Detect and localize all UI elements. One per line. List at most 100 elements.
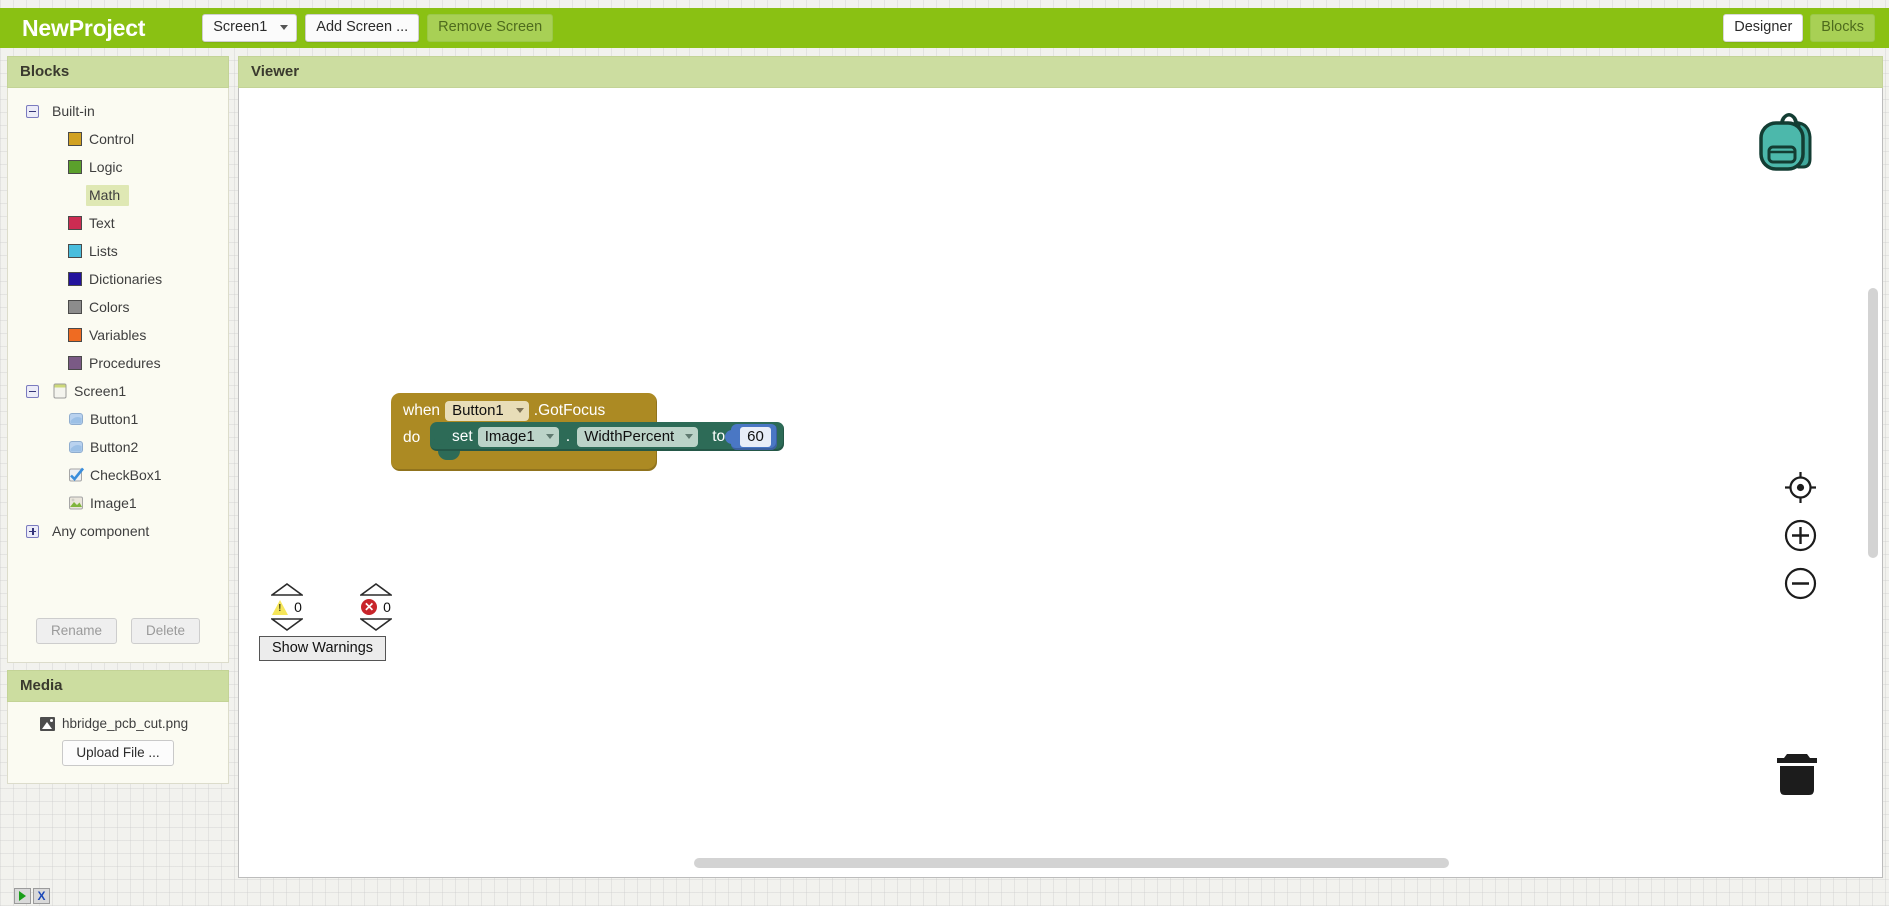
category-color-swatch <box>68 132 82 146</box>
tree-item-label: Text <box>89 215 115 231</box>
add-screen-button[interactable]: Add Screen ... <box>305 14 420 42</box>
warning-indicator-area: 0 ✕ 0 <box>259 583 397 661</box>
backpack-icon[interactable] <box>1753 107 1825 180</box>
vertical-scrollbar[interactable] <box>1868 288 1878 558</box>
status-bar-chips: X <box>14 888 50 904</box>
block-stack[interactable]: when Button1 .GotFocus do set Image1 . W… <box>391 393 784 471</box>
tree-item-label: Logic <box>89 159 123 175</box>
blocks-panel-header: Blocks <box>7 56 229 88</box>
category-color-swatch <box>68 160 82 174</box>
warning-count: 0 <box>294 599 302 615</box>
screen-selector-label: Screen1 <box>213 19 268 36</box>
tree-item-colors[interactable]: Colors <box>8 293 228 321</box>
zoom-in-icon[interactable] <box>1784 519 1817 552</box>
set-keyword: set <box>452 427 473 445</box>
tree-item-label: Image1 <box>90 495 137 511</box>
category-color-swatch <box>68 216 82 230</box>
viewer-header: Viewer <box>238 56 1883 88</box>
event-name-label: .GotFocus <box>533 401 606 419</box>
horizontal-scrollbar[interactable] <box>694 858 1449 868</box>
tree-item-variables[interactable]: Variables <box>8 321 228 349</box>
tree-item-label: Button2 <box>90 439 139 455</box>
tree-item-procedures[interactable]: Procedures <box>8 349 228 377</box>
category-color-swatch <box>62 182 88 208</box>
blocks-view-button[interactable]: Blocks <box>1810 14 1875 42</box>
warning-down-arrow-icon[interactable] <box>271 618 303 631</box>
tree-item-screen1[interactable]: Screen1 <box>8 377 228 405</box>
warning-triangle-icon <box>272 599 289 615</box>
blocks-panel: Blocks Built-in Control Logic Math Text Lists… <box>7 56 229 663</box>
image-component-icon <box>69 496 83 510</box>
chevron-down-icon <box>515 407 524 413</box>
setter-component-label: Image1 <box>484 427 535 445</box>
to-keyword: to <box>712 427 726 445</box>
trash-icon[interactable] <box>1773 748 1821 803</box>
viewer-panel: Viewer when Button1 .GotFocus do set Ima… <box>238 56 1883 878</box>
error-circle-icon: ✕ <box>361 599 378 615</box>
view-switcher: Designer Blocks <box>1723 14 1875 42</box>
tree-item-image1[interactable]: Image1 <box>8 489 228 517</box>
upload-file-button[interactable]: Upload File ... <box>62 740 174 766</box>
error-up-arrow-icon[interactable] <box>360 583 392 596</box>
category-color-swatch <box>68 300 82 314</box>
category-color-swatch <box>68 328 82 342</box>
warning-up-arrow-icon[interactable] <box>271 583 303 596</box>
tree-item-label: CheckBox1 <box>90 467 162 483</box>
number-block[interactable]: 60 <box>725 423 777 450</box>
run-icon[interactable] <box>14 888 31 904</box>
tree-item-lists[interactable]: Lists <box>8 237 228 265</box>
image-file-icon <box>40 716 55 731</box>
event-component-dropdown[interactable]: Button1 <box>445 400 529 421</box>
tree-item-logic[interactable]: Logic <box>8 153 228 181</box>
show-warnings-button[interactable]: Show Warnings <box>259 636 387 661</box>
tree-item-checkbox1[interactable]: CheckBox1 <box>8 461 228 489</box>
error-count: 0 <box>383 599 391 615</box>
property-separator: . <box>565 427 571 445</box>
category-color-swatch <box>68 272 82 286</box>
chevron-down-icon <box>685 433 694 439</box>
screen-selector-dropdown[interactable]: Screen1 <box>202 14 298 42</box>
setter-component-dropdown[interactable]: Image1 <box>477 426 559 447</box>
tree-item-label: Button1 <box>90 411 139 427</box>
number-value-field[interactable]: 60 <box>740 426 771 447</box>
remove-screen-button[interactable]: Remove Screen <box>427 14 554 42</box>
media-panel-header: Media <box>7 670 229 702</box>
tree-item-label: Procedures <box>89 355 161 371</box>
tree-item-label: Dictionaries <box>89 271 163 287</box>
tree-item-built-in[interactable]: Built-in <box>8 97 228 125</box>
tree-item-label: Colors <box>89 299 130 315</box>
left-sidebar: Blocks Built-in Control Logic Math Text Lists… <box>7 56 229 784</box>
media-list-item[interactable]: hbridge_pcb_cut.png <box>8 716 228 731</box>
screen-icon <box>53 383 67 399</box>
when-keyword: when <box>403 401 441 419</box>
tree-item-label: Math <box>86 184 130 206</box>
tree-item-control[interactable]: Control <box>8 125 228 153</box>
setter-property-dropdown[interactable]: WidthPercent <box>577 426 699 447</box>
expand-icon[interactable] <box>26 524 39 538</box>
tree-item-button2[interactable]: Button2 <box>8 433 228 461</box>
close-icon[interactable]: X <box>33 888 50 904</box>
tree-item-label: Variables <box>89 327 147 343</box>
tree-item-button1[interactable]: Button1 <box>8 405 228 433</box>
tree-item-label: Any component <box>52 523 150 539</box>
blocks-workspace-canvas[interactable]: when Button1 .GotFocus do set Image1 . W… <box>238 88 1883 878</box>
center-workspace-icon[interactable] <box>1784 471 1817 504</box>
tree-item-any-component[interactable]: Any component <box>8 517 228 545</box>
category-color-swatch <box>68 356 82 370</box>
chevron-down-icon <box>545 433 554 439</box>
checkbox-icon <box>69 467 84 482</box>
designer-view-button[interactable]: Designer <box>1723 14 1804 42</box>
delete-button[interactable]: Delete <box>131 618 201 644</box>
chevron-down-icon <box>280 24 289 30</box>
when-event-block[interactable]: when Button1 .GotFocus do set Image1 . W… <box>391 393 784 471</box>
tree-item-math[interactable]: Math <box>8 181 228 209</box>
collapse-icon[interactable] <box>26 384 39 398</box>
zoom-out-icon[interactable] <box>1784 567 1817 600</box>
tree-item-dictionaries[interactable]: Dictionaries <box>8 265 228 293</box>
tree-item-text[interactable]: Text <box>8 209 228 237</box>
collapse-icon[interactable] <box>26 104 39 118</box>
rename-button[interactable]: Rename <box>35 618 117 644</box>
set-property-block[interactable]: set Image1 . WidthPercent to 60 <box>430 422 784 460</box>
workspace-controls <box>1784 471 1817 600</box>
error-down-arrow-icon[interactable] <box>360 618 392 631</box>
